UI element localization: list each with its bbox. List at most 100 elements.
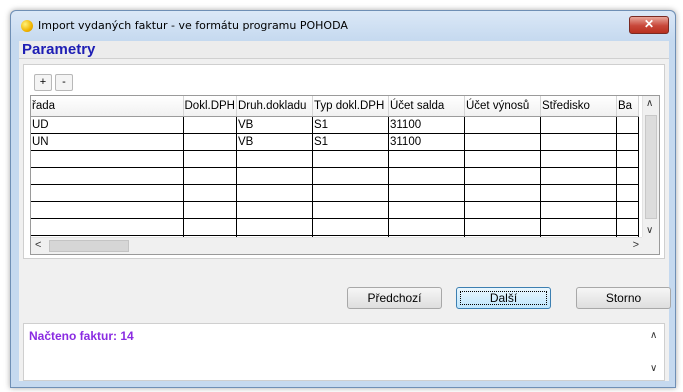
table-cell[interactable] bbox=[616, 184, 639, 202]
column-header[interactable]: Typ dokl.DPH bbox=[312, 96, 389, 117]
log-panel[interactable]: Načteno faktur: 14 ∧ ∨ bbox=[23, 323, 665, 381]
table-row[interactable]: UD VB S1 31100 bbox=[31, 116, 639, 134]
vertical-scroll-thumb[interactable] bbox=[645, 115, 657, 219]
previous-button-label: Předchozí bbox=[367, 291, 422, 305]
previous-button[interactable]: Předchozí bbox=[347, 287, 442, 309]
table-cell[interactable] bbox=[388, 167, 465, 185]
cancel-button[interactable]: Storno bbox=[576, 287, 671, 309]
table-cell[interactable] bbox=[464, 150, 541, 168]
table-cell[interactable] bbox=[183, 133, 237, 151]
horizontal-scroll-thumb[interactable] bbox=[49, 240, 129, 252]
table-row[interactable] bbox=[31, 167, 639, 185]
table-cell[interactable] bbox=[183, 150, 237, 168]
column-header[interactable]: Druh.dokladu bbox=[236, 96, 313, 117]
horizontal-scrollbar[interactable]: < > bbox=[31, 237, 643, 254]
table-cell[interactable] bbox=[183, 184, 237, 202]
table-cell[interactable] bbox=[616, 201, 639, 219]
table-cell[interactable] bbox=[464, 133, 541, 151]
table-row[interactable] bbox=[31, 201, 639, 219]
table-cell[interactable] bbox=[616, 218, 639, 236]
section-title: Parametry bbox=[22, 41, 96, 58]
table-cell[interactable] bbox=[183, 116, 237, 134]
chevron-up-icon[interactable]: ∧ bbox=[650, 330, 657, 341]
table-cell[interactable] bbox=[236, 184, 313, 202]
section-header: Parametry bbox=[19, 41, 669, 59]
table-cell[interactable] bbox=[183, 218, 237, 236]
table-cell[interactable] bbox=[31, 218, 184, 236]
table-cell[interactable] bbox=[464, 167, 541, 185]
column-header[interactable]: Účet výnosů bbox=[464, 96, 541, 117]
parameters-grid[interactable]: řada Dokl.DPH Druh.dokladu Typ dokl.DPH Účet… bbox=[30, 95, 660, 255]
table-cell[interactable] bbox=[540, 201, 617, 219]
vertical-scrollbar[interactable]: ∧ ∨ bbox=[642, 96, 659, 238]
chevron-left-icon[interactable]: < bbox=[35, 239, 41, 251]
table-cell[interactable]: VB bbox=[236, 133, 313, 151]
app-icon bbox=[21, 20, 33, 32]
dialog-body: Parametry + - řada Dokl.DPH Druh.dokladu Ty… bbox=[19, 41, 671, 381]
table-cell[interactable] bbox=[31, 167, 184, 185]
column-header[interactable]: Ba bbox=[616, 96, 639, 117]
table-cell[interactable] bbox=[312, 150, 389, 168]
add-row-button[interactable]: + bbox=[34, 74, 52, 91]
table-cell[interactable]: S1 bbox=[312, 133, 389, 151]
table-cell[interactable] bbox=[312, 184, 389, 202]
table-cell[interactable] bbox=[616, 116, 639, 134]
table-cell[interactable] bbox=[236, 201, 313, 219]
table-cell[interactable]: UN bbox=[31, 133, 184, 151]
table-row[interactable] bbox=[31, 184, 639, 202]
table-cell[interactable] bbox=[31, 184, 184, 202]
table-cell[interactable]: UD bbox=[31, 116, 184, 134]
title-bar: Import vydaných faktur - ve formátu prog… bbox=[11, 11, 675, 41]
column-header[interactable]: řada bbox=[31, 96, 184, 117]
table-cell[interactable] bbox=[236, 218, 313, 236]
chevron-right-icon[interactable]: > bbox=[633, 239, 639, 251]
chevron-down-icon[interactable]: ∨ bbox=[650, 363, 657, 374]
table-cell[interactable] bbox=[236, 150, 313, 168]
table-cell[interactable] bbox=[540, 167, 617, 185]
log-scrollbar[interactable]: ∧ ∨ bbox=[647, 324, 664, 380]
table-cell[interactable] bbox=[464, 201, 541, 219]
import-dialog-window: Import vydaných faktur - ve formátu prog… bbox=[10, 10, 676, 388]
table-cell[interactable] bbox=[388, 150, 465, 168]
column-header[interactable]: Účet salda bbox=[388, 96, 465, 117]
window-title: Import vydaných faktur - ve formátu prog… bbox=[38, 19, 348, 32]
table-row[interactable] bbox=[31, 150, 639, 168]
table-cell[interactable]: 31100 bbox=[388, 116, 465, 134]
table-cell[interactable] bbox=[236, 167, 313, 185]
table-cell[interactable] bbox=[31, 150, 184, 168]
table-cell[interactable] bbox=[540, 116, 617, 134]
table-cell[interactable] bbox=[540, 218, 617, 236]
table-cell[interactable] bbox=[616, 167, 639, 185]
table-cell[interactable] bbox=[312, 167, 389, 185]
table-cell[interactable] bbox=[540, 133, 617, 151]
table-row[interactable] bbox=[31, 218, 639, 236]
parameters-table: řada Dokl.DPH Druh.dokladu Typ dokl.DPH Účet… bbox=[31, 96, 639, 253]
table-cell[interactable] bbox=[540, 150, 617, 168]
table-cell[interactable] bbox=[464, 116, 541, 134]
table-cell[interactable]: VB bbox=[236, 116, 313, 134]
table-cell[interactable] bbox=[464, 184, 541, 202]
table-cell[interactable] bbox=[31, 201, 184, 219]
next-button[interactable]: Další bbox=[456, 287, 551, 309]
table-cell[interactable] bbox=[540, 184, 617, 202]
table-cell[interactable] bbox=[388, 201, 465, 219]
table-cell[interactable] bbox=[616, 150, 639, 168]
table-cell[interactable]: S1 bbox=[312, 116, 389, 134]
chevron-up-icon[interactable]: ∧ bbox=[646, 98, 653, 109]
table-cell[interactable] bbox=[616, 133, 639, 151]
table-cell[interactable] bbox=[464, 218, 541, 236]
table-cell[interactable] bbox=[183, 201, 237, 219]
remove-row-button[interactable]: - bbox=[55, 74, 73, 91]
table-cell[interactable] bbox=[312, 201, 389, 219]
table-cell[interactable] bbox=[183, 167, 237, 185]
column-header[interactable]: Dokl.DPH bbox=[183, 96, 237, 117]
column-header[interactable]: Středisko bbox=[540, 96, 617, 117]
close-button[interactable]: ✕ bbox=[629, 16, 669, 34]
table-cell[interactable] bbox=[312, 218, 389, 236]
table-cell[interactable] bbox=[388, 218, 465, 236]
close-icon: ✕ bbox=[643, 17, 655, 31]
table-cell[interactable]: 31100 bbox=[388, 133, 465, 151]
table-row[interactable]: UN VB S1 31100 bbox=[31, 133, 639, 151]
chevron-down-icon[interactable]: ∨ bbox=[646, 225, 653, 236]
table-cell[interactable] bbox=[388, 184, 465, 202]
